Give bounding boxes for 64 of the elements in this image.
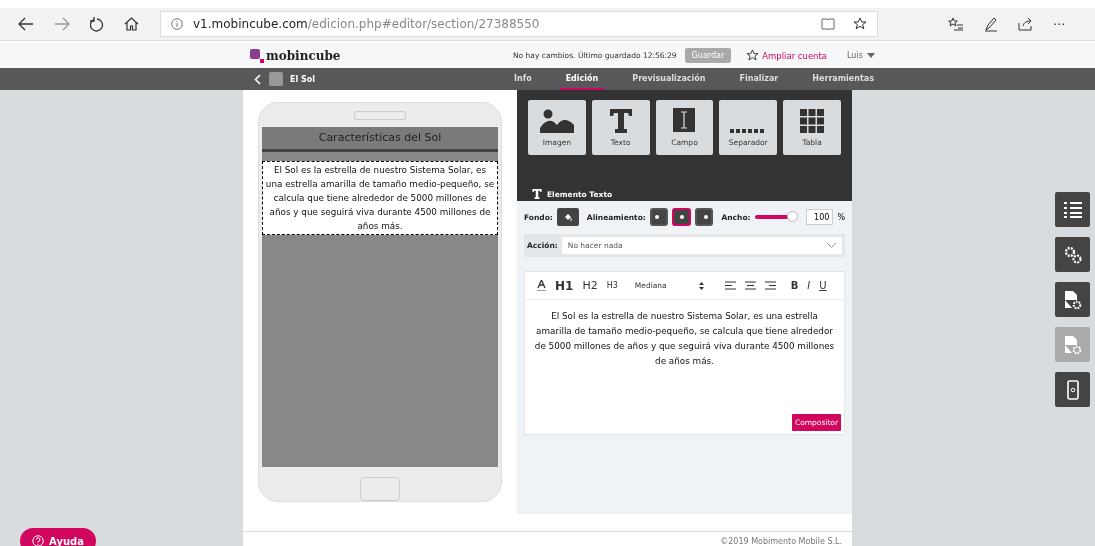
align-button[interactable] — [672, 208, 691, 226]
fill-color-button[interactable] — [556, 208, 579, 226]
help-button[interactable]: Ayuda — [20, 528, 96, 546]
page-gear-tool-button[interactable] — [1055, 282, 1090, 317]
text-icon — [532, 189, 542, 199]
image-icon — [539, 109, 574, 133]
format-button[interactable]: H3 — [606, 281, 618, 290]
updown-caret-icon — [698, 281, 704, 290]
refresh-icon[interactable] — [90, 16, 104, 32]
more-menu[interactable]: ··· — [1053, 16, 1066, 32]
align-button[interactable] — [694, 208, 714, 226]
text-color-icon[interactable] — [537, 280, 546, 291]
back-icon[interactable] — [18, 17, 34, 31]
section-thumbnail — [269, 72, 283, 86]
nav-tab[interactable]: Finalizar — [733, 68, 785, 90]
text-element[interactable]: El Sol es la estrella de nuestro Sistema Solar, es una estrella amarilla de tamaño medio-pequeño, se calcula que tiene alrededor de 5000 millones de años y que seguirá viva durante 4500 millones de años más. — [262, 160, 498, 235]
width-input[interactable]: 100 — [806, 209, 834, 225]
page-gear-icon — [1063, 289, 1082, 310]
user-menu[interactable]: Luis — [847, 51, 863, 60]
phone-speaker — [354, 111, 406, 120]
format-button[interactable]: B — [790, 280, 799, 291]
nav-tab[interactable]: Info — [508, 68, 538, 90]
format-button[interactable]: H1 — [555, 278, 574, 293]
format-button[interactable]: U — [819, 280, 827, 291]
copyright-text: ©2019 Mobimento Mobile S.L. — [720, 537, 842, 546]
page-gear-icon — [1063, 334, 1082, 355]
width-unit: % — [837, 212, 845, 222]
chevron-down-icon — [827, 243, 836, 248]
phone-icon — [1066, 379, 1079, 400]
text-editor[interactable]: El Sol es la estrella de nuestro Sistema Solar, es una estrella amarilla de tamaño medio-pequeño, se calcula que tiene alrededor de 5000 millones de años y que seguirá viva durante 4500 millones de años más. — [525, 300, 844, 378]
address-field[interactable]: v1.mobincube.com/edicion.php#editor/section/27388550 — [160, 11, 878, 37]
phone-tool-button[interactable] — [1055, 372, 1090, 407]
align-center-icon[interactable] — [744, 281, 756, 290]
upgrade-link[interactable]: Ampliar cuenta — [762, 50, 828, 61]
text-field-icon — [672, 107, 697, 133]
gears-icon — [1062, 244, 1083, 265]
align-left-icon[interactable] — [724, 281, 736, 290]
reading-view-icon[interactable] — [821, 18, 835, 30]
favorites-icon[interactable] — [948, 17, 964, 31]
share-icon[interactable] — [1018, 17, 1033, 31]
format-button[interactable]: I — [807, 280, 811, 291]
grid-icon — [800, 109, 825, 133]
gears-tool-button[interactable] — [1055, 237, 1090, 272]
info-icon — [171, 18, 183, 30]
text-icon — [609, 109, 632, 133]
star-icon[interactable] — [853, 17, 867, 31]
align-right-icon[interactable] — [764, 281, 776, 290]
home-icon[interactable] — [124, 17, 139, 31]
format-button[interactable]: H2 — [582, 279, 598, 292]
screen-title: Características del Sol — [262, 126, 498, 152]
dashed-line-icon — [730, 129, 767, 133]
nav-tab[interactable]: Herramientas — [806, 68, 880, 90]
help-icon — [32, 535, 45, 546]
logo[interactable]: mobincube — [250, 48, 513, 63]
list-tool-button[interactable] — [1055, 192, 1090, 227]
forward-icon[interactable] — [54, 17, 70, 31]
list-icon — [1063, 201, 1082, 218]
logo-icon — [250, 48, 264, 63]
nav-tab[interactable]: Previsualización — [626, 68, 712, 90]
section-title: El Sol — [290, 74, 316, 84]
align-button[interactable] — [649, 208, 669, 226]
pen-icon[interactable] — [984, 16, 998, 32]
star-icon — [746, 49, 760, 62]
caret-icon[interactable] — [866, 53, 875, 58]
